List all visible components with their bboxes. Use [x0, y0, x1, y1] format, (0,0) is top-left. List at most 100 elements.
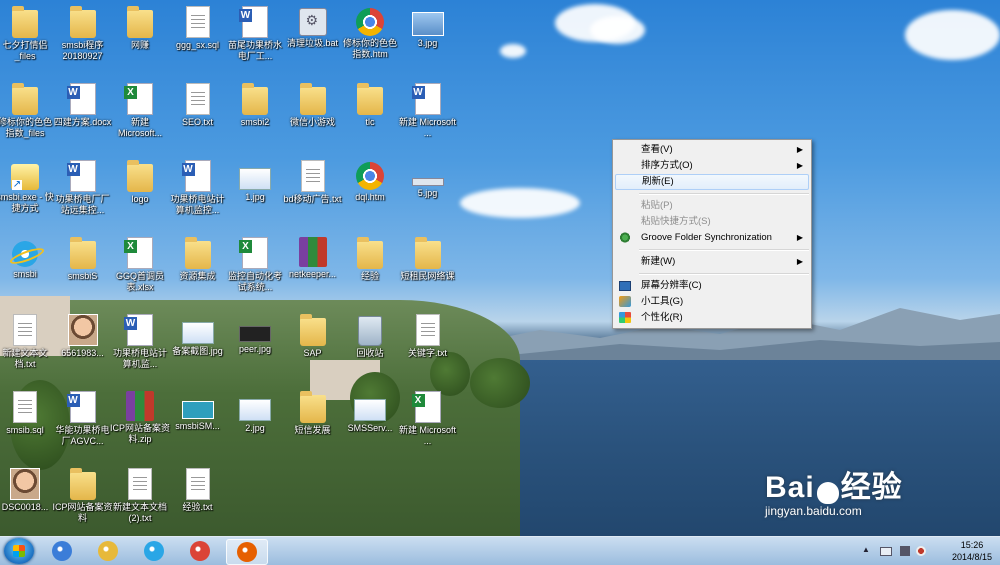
desktop-icon[interactable]: 功果桥电厂厂站远集控... — [52, 154, 114, 216]
desktop-icon-label: 修标你的色色指数_files — [0, 117, 52, 138]
menu-item-label: 小工具(G) — [641, 296, 684, 307]
desktop-icon[interactable]: 监控自动化考试系统... — [224, 231, 286, 293]
desktop-icon[interactable]: 短信发展 — [282, 385, 344, 436]
taskbar-button[interactable] — [42, 539, 82, 563]
desktop-icon[interactable]: 3.jpg — [397, 0, 459, 49]
desktop-icon[interactable]: smsbi — [0, 231, 56, 280]
desktop-icon[interactable]: 2.jpg — [224, 385, 286, 434]
desktop-icon[interactable]: 回收站 — [339, 308, 401, 359]
desktop-icon[interactable]: 新建文本文档.txt — [0, 308, 56, 370]
doc-icon — [128, 468, 152, 500]
taskbar-button[interactable] — [88, 539, 128, 563]
menu-item[interactable]: 查看(V) ▶ — [615, 142, 809, 158]
desktop-icon[interactable]: 华能功果桥电厂AGVC... — [52, 385, 114, 447]
start-button[interactable] — [4, 538, 34, 564]
excel-icon — [411, 391, 441, 423]
desktop-icon[interactable]: 经验.txt — [167, 462, 229, 513]
desktop-icon[interactable]: DSC0018... — [0, 462, 56, 513]
desktop-icon[interactable]: 网赚 — [109, 0, 171, 51]
desktop-icon-label: logo — [131, 194, 149, 204]
desktop-icon[interactable]: 修标你的色色指数_files — [0, 77, 56, 139]
doc-icon — [185, 6, 210, 38]
desktop-icon[interactable]: 新建文本文档 (2).txt — [109, 462, 171, 524]
doc-icon — [13, 314, 37, 346]
desktop-icon[interactable]: ICP网站备案资料.zip — [109, 385, 171, 445]
taskbar-button[interactable] — [134, 539, 174, 563]
desktop-icon[interactable]: 功果桥电站计算机监... — [109, 308, 171, 370]
menu-item-label: 个性化(R) — [641, 312, 683, 323]
menu-item[interactable]: 新建(W) ▶ — [615, 254, 809, 270]
doc-icon — [13, 391, 37, 423]
folder-icon — [184, 237, 211, 269]
desktop-icon[interactable]: netkeeper... — [282, 231, 344, 280]
clock[interactable]: 15:26 2014/8/15 — [952, 539, 992, 563]
word-icon — [411, 83, 441, 115]
keyboard-icon[interactable] — [880, 547, 892, 556]
desktop-icon[interactable]: smsbiSM... — [167, 385, 229, 432]
doc-icon — [300, 160, 325, 192]
desktop-background[interactable]: 七夕打情侣_files smsbi程序20180927 网赚 ggg_sx.sql 苗尾… — [0, 0, 1000, 536]
desktop-icon-label: GGQ首调员表.xlsx — [115, 271, 164, 292]
desktop-icon[interactable]: 短租民网络课 — [397, 231, 459, 282]
desktop-icon[interactable]: dql.htm — [339, 154, 401, 203]
desktop-icon-label: 新建 Microsoft ... — [398, 425, 456, 446]
desktop-icon[interactable]: 苗尾功果桥水电厂工... — [224, 0, 286, 62]
menu-item[interactable]: Groove Folder Synchronization ▶ — [615, 230, 809, 246]
desktop-icon[interactable]: 经验 — [339, 231, 401, 282]
desktop-icon[interactable]: 资源集成 — [167, 231, 229, 282]
desktop-icon[interactable]: ICP网站备案资料 — [52, 462, 114, 524]
desktop-icon[interactable]: 清理垃圾.bat — [282, 0, 344, 49]
menu-item[interactable]: 粘贴(P) — [615, 198, 809, 214]
taskbar: ▲ 15:26 2014/8/15 — [0, 536, 1000, 565]
desktop-icon[interactable]: 七夕打情侣_files — [0, 0, 56, 62]
desktop-icon[interactable]: GGQ首调员表.xlsx — [109, 231, 171, 293]
excel-icon — [124, 237, 153, 269]
menu-item[interactable]: 粘贴快捷方式(S) — [615, 214, 809, 230]
doc-icon — [185, 468, 210, 500]
baidu-jingyan-watermark: Bai 经验 jingyan.baidu.com — [765, 462, 903, 518]
desktop-icon[interactable]: smsbi2 — [224, 77, 286, 128]
menu-item[interactable]: 排序方式(O) ▶ — [615, 158, 809, 174]
desktop-icon[interactable]: SMSServ... — [339, 385, 401, 434]
taskbar-button[interactable] — [180, 539, 220, 563]
desktop-icon[interactable]: 1.jpg — [224, 154, 286, 203]
desktop-icon[interactable]: 5.jpg — [397, 154, 459, 199]
desktop-icon[interactable]: 四建方案.docx — [52, 77, 114, 128]
desktop-icon[interactable]: 新建 Microsoft ... — [397, 385, 459, 447]
desktop-icon[interactable]: 关键字.txt — [397, 308, 459, 359]
desktop-icon[interactable]: bd移动广告.txt — [282, 154, 344, 205]
word-icon — [66, 83, 96, 115]
desktop-icon[interactable]: 新建 Microsoft ... — [397, 77, 459, 139]
desktop-icon[interactable]: 新建 Microsoft... — [109, 77, 171, 139]
taskbar-button[interactable] — [226, 539, 268, 565]
desktop-icon-label: smsbi.exe - 快捷方式 — [0, 192, 54, 213]
folder-icon — [242, 83, 268, 115]
desktop-icon[interactable]: 微信小游戏 — [282, 77, 344, 128]
show-hidden-icons-icon[interactable]: ▲ — [862, 545, 872, 555]
desktop-icon-label: 修标你的色色指数.htm — [342, 38, 397, 59]
volume-icon[interactable] — [916, 546, 926, 556]
desktop-icon-label: 微信小游戏 — [289, 117, 335, 127]
menu-item[interactable]: 刷新(E) — [615, 174, 809, 190]
desktop-icon[interactable]: 备案截图.jpg — [167, 308, 229, 357]
zip-icon — [298, 237, 327, 267]
desktop-icon[interactable]: smsib.sql — [0, 385, 56, 436]
desktop-icon[interactable]: smsbi程序20180927 — [52, 0, 114, 62]
desktop-icon[interactable]: tlc — [339, 77, 401, 128]
desktop-icon[interactable]: smsbiS — [52, 231, 114, 282]
desktop-icon[interactable]: peer.jpg — [224, 308, 286, 355]
desktop-icon[interactable]: SEO.txt — [167, 77, 229, 128]
menu-item[interactable]: 小工具(G) — [615, 294, 809, 310]
desktop-icon[interactable]: logo — [109, 154, 171, 205]
desktop-icon[interactable]: 6561983... — [52, 308, 114, 359]
desktop-icon[interactable]: 修标你的色色指数.htm — [339, 0, 401, 60]
desktop-icon-label: 功果桥电站计算机监... — [112, 348, 167, 369]
desktop-icon-label: 七夕打情侣_files — [2, 40, 48, 61]
desktop-icon[interactable]: SAP — [282, 308, 344, 359]
desktop-icon[interactable]: ggg_sx.sql — [167, 0, 229, 51]
menu-item[interactable]: 个性化(R) — [615, 310, 809, 326]
desktop-icon[interactable]: smsbi.exe - 快捷方式 — [0, 154, 56, 214]
desktop-icon[interactable]: 功果桥电站计算机监控... — [167, 154, 229, 216]
menu-item[interactable]: 屏幕分辨率(C) — [615, 278, 809, 294]
network-icon[interactable] — [900, 546, 910, 556]
